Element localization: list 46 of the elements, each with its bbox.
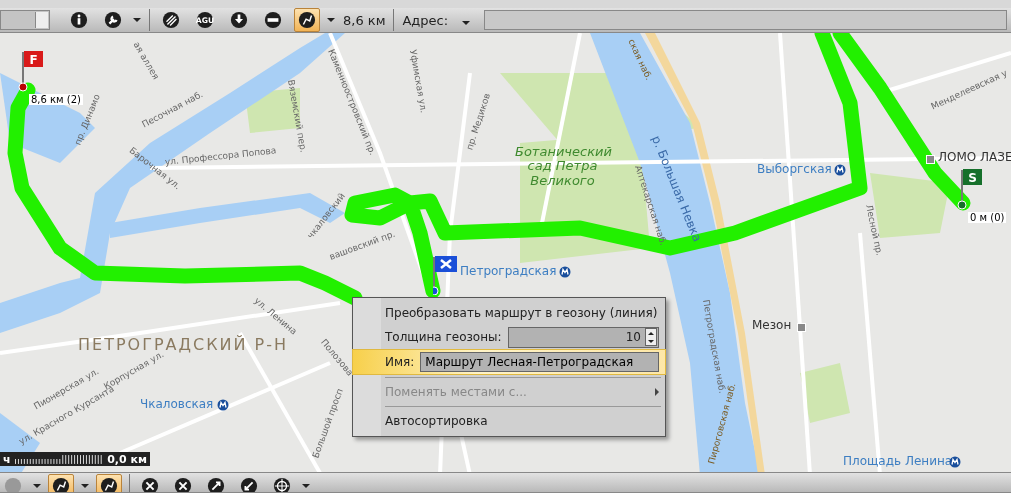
menu-item-label: Имя: [385, 355, 415, 369]
scale-reading: 0,0 км [107, 452, 147, 466]
marker-caption: 0 м (0) [968, 212, 1007, 223]
route-distance: 8,6 км [343, 12, 386, 28]
spin-arrows-icon[interactable] [645, 328, 657, 346]
menu-item-label: Преобразовать маршрут в геозону (линия) [385, 306, 658, 320]
scale-ruler-icon [14, 454, 104, 464]
route-button[interactable] [96, 474, 122, 492]
menu-item[interactable]: Толщина геозоны: 10 [353, 325, 665, 349]
metro-icon [558, 266, 571, 278]
address-field[interactable] [484, 10, 1007, 30]
submenu-arrow-icon [655, 388, 659, 396]
street-label: Лесной пр. [863, 203, 884, 257]
street-label: Вяземский пер. [285, 79, 308, 154]
waypoint-flag-icon[interactable] [433, 255, 459, 295]
metro-station-label: Выборгская [757, 163, 832, 177]
metro-station-label: Площадь Ленина [843, 455, 953, 469]
place-label: ЛОМО ЛАЗЕ [938, 151, 1011, 165]
metro-icon [217, 399, 229, 411]
park-label: Ботанический сад Петра Великого [515, 145, 610, 188]
menu-item-label: Поменять местами с... [385, 385, 527, 399]
park-area [800, 363, 850, 423]
metro-icon [949, 456, 962, 468]
place-label: Мезон [752, 319, 792, 333]
street-label: ская наб. [625, 37, 654, 82]
metro-icon [834, 164, 846, 176]
district-label: ПЕТРОГРАДСКИЙ Р-Н [78, 336, 288, 354]
name-field[interactable]: Маршрут Лесная-Петроградская [420, 352, 659, 372]
menu-item-label: Автосортировка [385, 414, 488, 428]
pin-button[interactable] [48, 474, 74, 492]
street-label: Уфимская ул. [407, 49, 428, 114]
place-icon [926, 155, 935, 164]
menu-item-label: Толщина геозоны: [385, 330, 502, 344]
marker-caption: 8,6 км (2) [29, 94, 83, 105]
menu-item[interactable]: Автосортировка [353, 409, 665, 433]
menu-item[interactable]: Преобразовать маршрут в геозону (линия) [353, 301, 665, 325]
route-button[interactable] [294, 8, 320, 32]
menu-item[interactable]: Имя: Маршрут Лесная-Петроградская [352, 349, 666, 375]
metro-station-label: Чкаловская [140, 398, 214, 412]
scale-unit: ч [3, 452, 11, 466]
address-label: Адрес: [402, 12, 449, 28]
metro-station-label: Петроградская [460, 265, 557, 279]
place-icon [797, 323, 806, 332]
layer-dropdown[interactable] [0, 10, 50, 30]
street-label: ул. Профессора Попова [164, 146, 277, 167]
thickness-spinner[interactable]: 10 [507, 326, 659, 348]
